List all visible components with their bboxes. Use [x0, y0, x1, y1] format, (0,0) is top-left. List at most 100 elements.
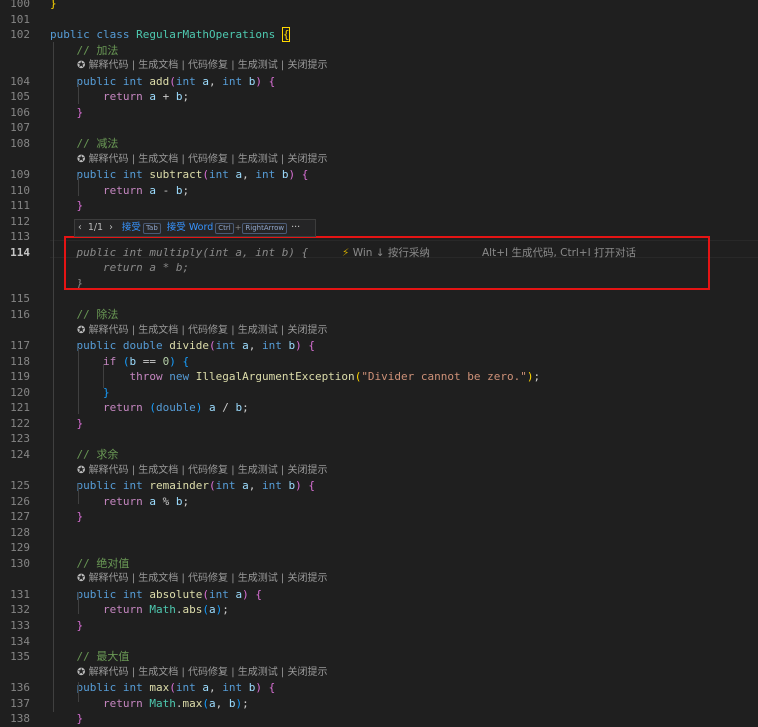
code-line[interactable]: 110 return a - b;: [0, 183, 758, 199]
code-line[interactable]: 132 return Math.abs(a);: [0, 602, 758, 618]
code-line[interactable]: 106 }: [0, 105, 758, 121]
code-text[interactable]: return a - b;: [50, 183, 189, 199]
line-number: 114: [10, 245, 30, 259]
code-line[interactable]: 123: [0, 431, 758, 447]
line-number: 105: [10, 90, 30, 104]
code-text[interactable]: }: [50, 0, 57, 12]
previous-suggestion-button[interactable]: ‹: [75, 220, 85, 236]
code-line[interactable]: ✪ 解释代码 | 生成文档 | 代码修复 | 生成测试 | 关闭提示: [0, 571, 758, 587]
code-text[interactable]: return Math.abs(a);: [50, 602, 229, 618]
code-text[interactable]: public int add(int a, int b) {: [50, 74, 276, 90]
code-text[interactable]: }: [50, 385, 110, 401]
code-editor[interactable]: 100} 101 102 public class RegularMathOperat…: [0, 0, 758, 725]
code-line[interactable]: 104 public int add(int a, int b) {: [0, 74, 758, 90]
code-line[interactable]: 122 }: [0, 416, 758, 432]
code-line[interactable]: ✪ 解释代码 | 生成文档 | 代码修复 | 生成测试 | 关闭提示: [0, 58, 758, 74]
code-text[interactable]: public int remainder(int a, int b) {: [50, 478, 315, 494]
codelens-text[interactable]: 解释代码 | 生成文档 | 代码修复 | 生成测试 | 关闭提示: [89, 325, 328, 336]
code-text[interactable]: }: [50, 105, 84, 121]
code-line[interactable]: 136 public int max(int a, int b) {: [0, 680, 758, 696]
code-line[interactable]: 100}: [0, 0, 758, 12]
code-text[interactable]: return a + b;: [50, 89, 189, 105]
code-token: a: [149, 90, 156, 104]
code-line[interactable]: // 加法: [0, 43, 758, 59]
code-line[interactable]: 127 }: [0, 509, 758, 525]
code-line[interactable]: 105 return a + b;: [0, 89, 758, 105]
code-token: {: [255, 587, 262, 601]
code-line[interactable]: 102 public class RegularMathOperations {: [0, 27, 758, 43]
accept-button[interactable]: 接受: [116, 220, 143, 236]
code-text[interactable]: if (b == 0) {: [50, 354, 189, 370]
code-text[interactable]: public class RegularMathOperations {: [50, 27, 291, 43]
codelens-actions[interactable]: ✪ 解释代码 | 生成文档 | 代码修复 | 生成测试 | 关闭提示: [77, 58, 327, 74]
code-line[interactable]: 128: [0, 525, 758, 541]
code-line[interactable]: 119 throw new IllegalArgumentException("…: [0, 369, 758, 385]
code-line[interactable]: 101: [0, 12, 758, 28]
code-line[interactable]: 134: [0, 634, 758, 650]
codelens-actions[interactable]: ✪ 解释代码 | 生成文档 | 代码修复 | 生成测试 | 关闭提示: [77, 323, 327, 339]
line-number: 124: [10, 447, 30, 461]
line-number: 130: [10, 556, 30, 570]
code-token: int: [122, 74, 143, 88]
code-text[interactable]: public int max(int a, int b) {: [50, 680, 276, 696]
code-text[interactable]: }: [50, 711, 84, 727]
code-line[interactable]: 120 }: [0, 385, 758, 401]
line-number: 116: [10, 308, 30, 321]
code-text[interactable]: }: [50, 416, 84, 432]
code-text[interactable]: }: [50, 198, 84, 214]
codelens-actions[interactable]: ✪ 解释代码 | 生成文档 | 代码修复 | 生成测试 | 关闭提示: [77, 463, 327, 479]
code-line[interactable]: 111 }: [0, 198, 758, 214]
code-line[interactable]: 115: [0, 291, 758, 307]
code-line[interactable]: 125 public int remainder(int a, int b) {: [0, 478, 758, 494]
code-line[interactable]: 130 // 绝对值: [0, 556, 758, 572]
code-text[interactable]: return Math.max(a, b);: [50, 696, 249, 712]
codelens-text[interactable]: 解释代码 | 生成文档 | 代码修复 | 生成测试 | 关闭提示: [89, 667, 328, 678]
code-line[interactable]: 137 return Math.max(a, b);: [0, 696, 758, 712]
codelens-text[interactable]: 解释代码 | 生成文档 | 代码修复 | 生成测试 | 关闭提示: [89, 573, 328, 584]
code-line[interactable]: ✪ 解释代码 | 生成文档 | 代码修复 | 生成测试 | 关闭提示: [0, 463, 758, 479]
indent-guide: [78, 484, 79, 504]
line-number: 101: [10, 12, 30, 26]
code-token: {: [182, 354, 190, 368]
code-line[interactable]: 124 // 求余: [0, 447, 758, 463]
code-line[interactable]: 108 // 减法: [0, 136, 758, 152]
more-actions-button[interactable]: ···: [287, 220, 304, 236]
codelens-text[interactable]: 解释代码 | 生成文档 | 代码修复 | 生成测试 | 关闭提示: [89, 154, 328, 165]
code-line[interactable]: 138 }: [0, 711, 758, 727]
code-line[interactable]: 107: [0, 120, 758, 136]
code-text[interactable]: public double divide(int a, int b) {: [50, 338, 316, 354]
ai-assistant-icon: ✪: [77, 464, 89, 476]
code-line[interactable]: ✪ 解释代码 | 生成文档 | 代码修复 | 生成测试 | 关闭提示: [0, 152, 758, 168]
code-text[interactable]: }: [50, 509, 84, 525]
code-line[interactable]: 129: [0, 540, 758, 556]
code-line[interactable]: ✪ 解释代码 | 生成文档 | 代码修复 | 生成测试 | 关闭提示: [0, 665, 758, 681]
codelens-actions[interactable]: ✪ 解释代码 | 生成文档 | 代码修复 | 生成测试 | 关闭提示: [77, 571, 327, 587]
code-line[interactable]: 135 // 最大值: [0, 649, 758, 665]
codelens-actions[interactable]: ✪ 解释代码 | 生成文档 | 代码修复 | 生成测试 | 关闭提示: [77, 152, 327, 168]
code-line[interactable]: 118 if (b == 0) {: [0, 354, 758, 370]
code-text[interactable]: throw new IllegalArgumentException("Divi…: [50, 369, 540, 385]
code-line[interactable]: 121 return (double) a / b;: [0, 400, 758, 416]
line-number: 123: [10, 432, 30, 446]
code-line[interactable]: 117 public double divide(int a, int b) {: [0, 338, 758, 354]
accept-word-button[interactable]: 接受 Word: [161, 220, 215, 236]
codelens-actions[interactable]: ✪ 解释代码 | 生成文档 | 代码修复 | 生成测试 | 关闭提示: [77, 665, 327, 681]
codelens-text[interactable]: 解释代码 | 生成文档 | 代码修复 | 生成测试 | 关闭提示: [89, 465, 328, 476]
code-text[interactable]: public int absolute(int a) {: [50, 587, 262, 603]
code-line[interactable]: ✪ 解释代码 | 生成文档 | 代码修复 | 生成测试 | 关闭提示: [0, 323, 758, 339]
code-line[interactable]: 116 // 除法: [0, 307, 758, 323]
code-text[interactable]: return a % b;: [50, 494, 189, 510]
code-token: -: [155, 183, 176, 197]
code-line[interactable]: 109 public int subtract(int a, int b) {: [0, 167, 758, 183]
code-line[interactable]: 131 public int absolute(int a) {: [0, 587, 758, 603]
code-line[interactable]: 133 }: [0, 618, 758, 634]
code-line[interactable]: 126 return a % b;: [0, 494, 758, 510]
code-text[interactable]: }: [50, 618, 84, 634]
code-text[interactable]: public int subtract(int a, int b) {: [50, 167, 309, 183]
code-text[interactable]: return (double) a / b;: [50, 400, 249, 416]
line-number: 125: [10, 479, 30, 493]
next-suggestion-button[interactable]: ›: [106, 220, 116, 236]
codelens-text[interactable]: 解释代码 | 生成文档 | 代码修复 | 生成测试 | 关闭提示: [89, 60, 328, 71]
